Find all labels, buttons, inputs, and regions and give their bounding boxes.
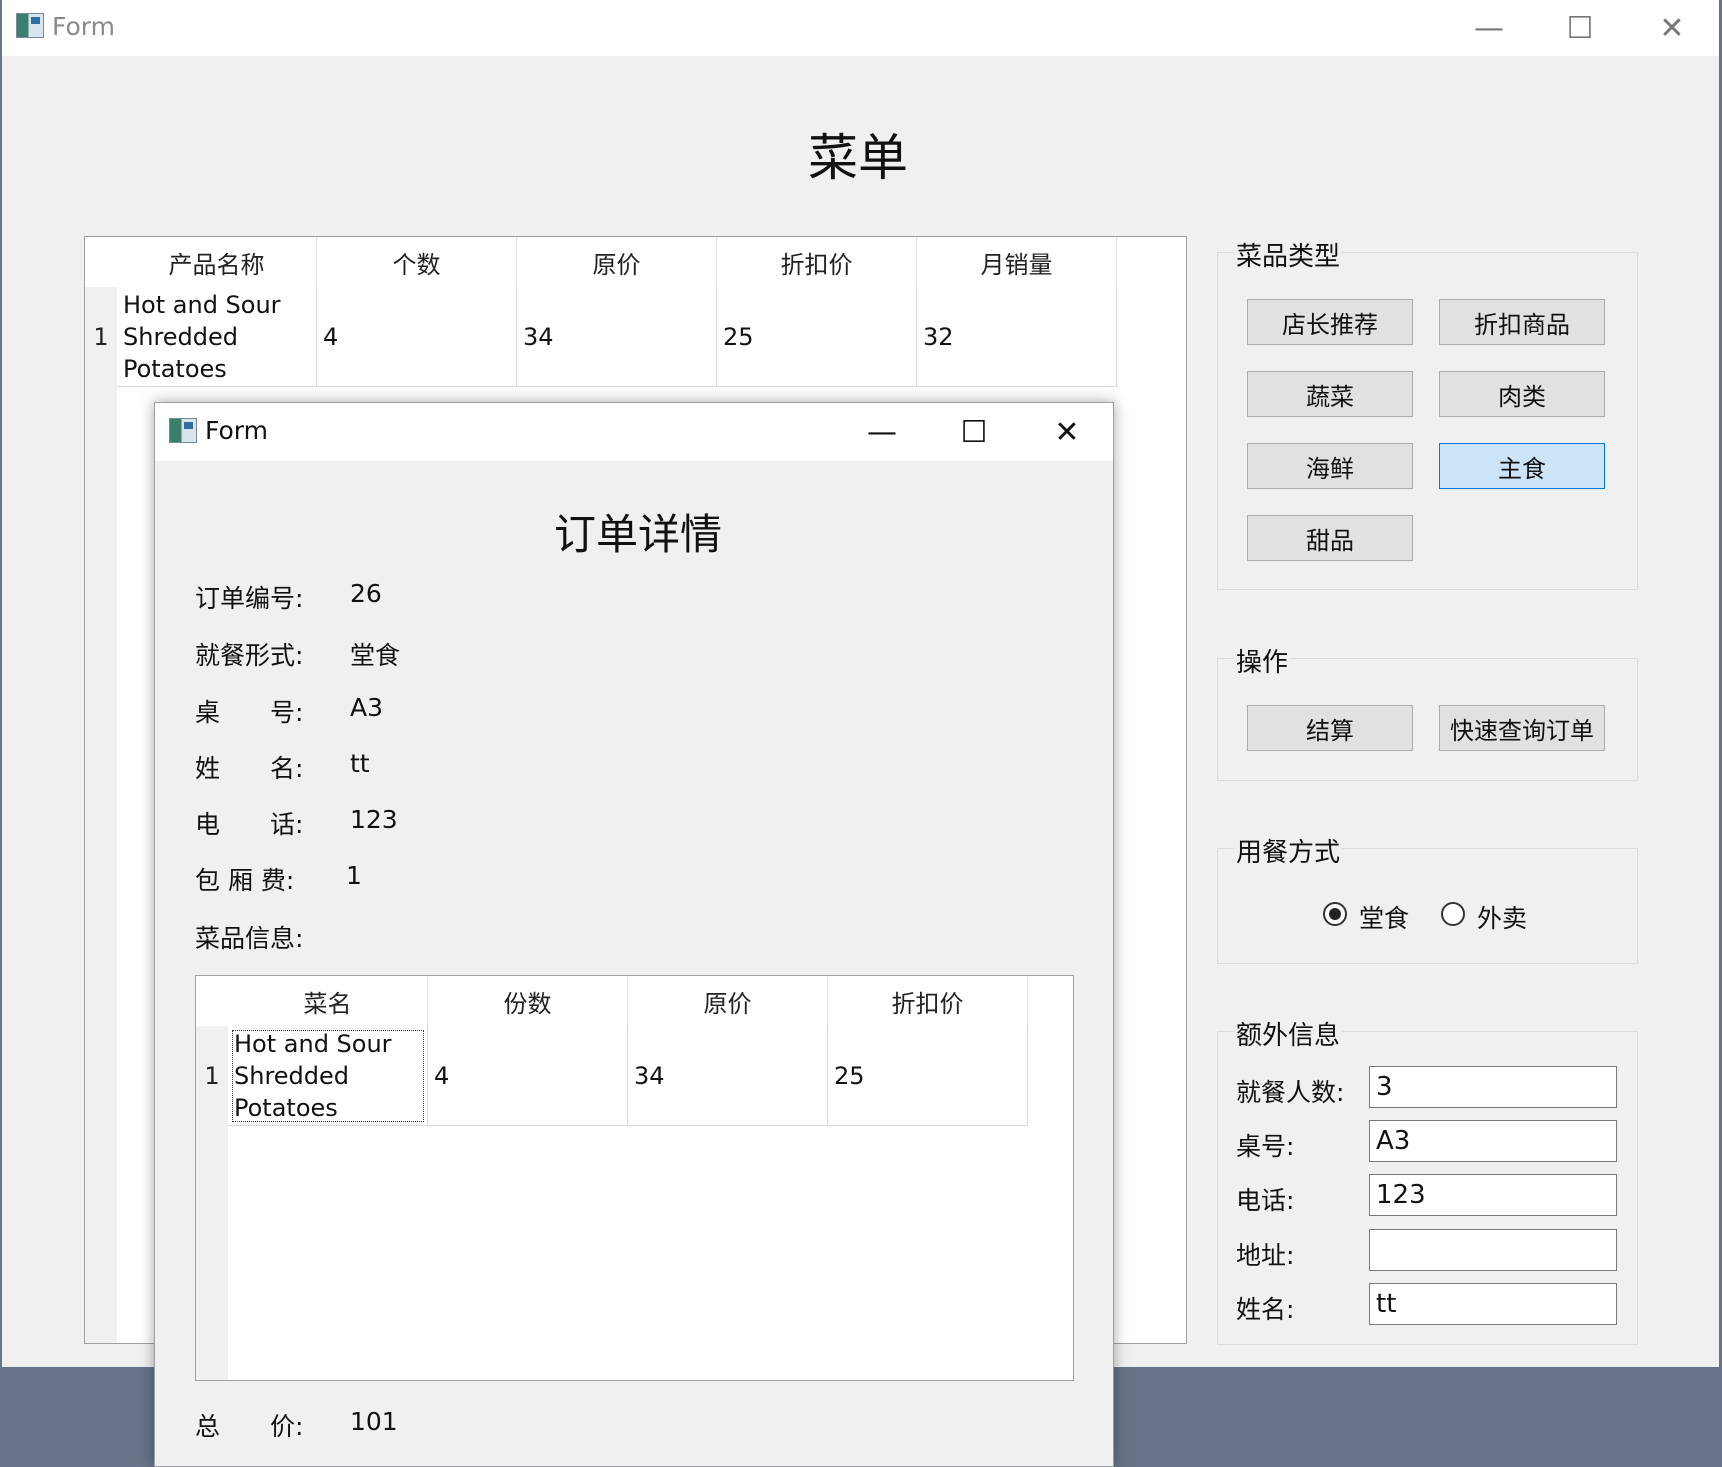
table-cell-monthly-sales[interactable]: 32 [917,287,1117,387]
column-header-price[interactable]: 原价 [517,237,717,287]
dish-column-header-price[interactable]: 原价 [628,976,828,1026]
dish-column-header-name[interactable]: 菜名 [228,976,428,1026]
customer-name-label: 姓 名: [195,754,304,783]
table-number-value: A3 [350,693,384,722]
dialog-heading: 订单详情 [554,510,723,559]
table-cell-discount[interactable]: 25 [717,287,917,387]
button-shop-recommend[interactable]: 店长推荐 [1247,299,1413,345]
table-cell-price[interactable]: 34 [517,287,717,387]
room-fee-value: 1 [346,861,362,890]
table-cell-name[interactable]: Hot and Sour Shredded Potatoes [117,287,317,387]
extra-info-group-label: 额外信息 [1234,1015,1343,1052]
page-title: 菜单 [808,129,908,187]
total-price-value: 101 [350,1407,398,1436]
table-number-label: 桌 号: [195,698,304,727]
dish-table-cell-discount[interactable]: 25 [828,1026,1028,1126]
button-vegetables[interactable]: 蔬菜 [1247,371,1413,417]
maximize-button[interactable]: ☐ [1550,2,1610,54]
dine-in-label[interactable]: 堂食 [1359,899,1409,935]
column-header-count[interactable]: 个数 [317,237,517,287]
dining-form-value: 堂食 [350,641,401,670]
room-fee-label: 包 厢 费: [195,866,295,895]
button-staple-food[interactable]: 主食 [1439,443,1605,489]
table-number-label: 桌号: [1236,1132,1295,1161]
dish-table[interactable]: 菜名 份数 原价 折扣价 1 Hot and Sour Shredded Pot… [195,975,1074,1381]
dish-row-number[interactable]: 1 [196,1026,228,1126]
close-button[interactable]: ✕ [1642,2,1702,54]
dish-corner-cell [196,976,228,1026]
dialog-title: Form [205,416,268,445]
customer-name-value: tt [350,749,370,778]
order-number-label: 订单编号: [195,584,304,613]
order-detail-dialog: Form — ☐ ✕ 订单详情 订单编号: 26 就餐形式: 堂食 桌 号: A… [154,402,1114,1467]
dialog-maximize-button[interactable]: ☐ [944,406,1004,458]
dish-table-cell-count[interactable]: 4 [428,1026,628,1126]
total-price-label: 总 价: [195,1412,304,1441]
table-number-input[interactable]: A3 [1369,1120,1617,1162]
order-number-value: 26 [350,579,382,608]
app-icon [16,13,44,38]
quick-order-query-button[interactable]: 快速查询订单 [1439,705,1605,751]
phone-label: 电话: [1236,1186,1295,1215]
dish-table-cell-name[interactable]: Hot and Sour Shredded Potatoes [228,1026,428,1126]
minimize-button[interactable]: — [1459,2,1519,54]
dish-table-cell-price[interactable]: 34 [628,1026,828,1126]
takeout-radio[interactable] [1441,902,1465,926]
address-label: 地址: [1236,1241,1295,1270]
main-titlebar: Form — ☐ ✕ [2,0,1719,56]
address-input[interactable] [1369,1229,1617,1271]
table-cell-count[interactable]: 4 [317,287,517,387]
phone-label: 电 话: [195,810,304,839]
name-label: 姓名: [1236,1295,1295,1324]
row-number[interactable]: 1 [85,287,117,387]
button-meat[interactable]: 肉类 [1439,371,1605,417]
dish-info-label: 菜品信息: [195,924,304,953]
dish-column-header-discount[interactable]: 折扣价 [828,976,1028,1026]
row-header-column [85,237,117,1343]
name-input[interactable]: tt [1369,1283,1617,1325]
button-discount-items[interactable]: 折扣商品 [1439,299,1605,345]
phone-value: 123 [350,805,398,834]
button-seafood[interactable]: 海鲜 [1247,443,1413,489]
column-header-discount[interactable]: 折扣价 [717,237,917,287]
operation-group-label: 操作 [1234,642,1291,679]
dine-in-radio[interactable] [1323,902,1347,926]
diners-count-label: 就餐人数: [1236,1078,1345,1107]
diners-count-input[interactable]: 3 [1369,1066,1617,1108]
takeout-label[interactable]: 外卖 [1477,899,1527,935]
dining-form-label: 就餐形式: [195,641,304,670]
dialog-app-icon [169,418,197,443]
column-header-name[interactable]: 产品名称 [117,237,317,287]
dialog-close-button[interactable]: ✕ [1037,406,1097,458]
dish-column-header-count[interactable]: 份数 [428,976,628,1026]
column-header-monthly-sales[interactable]: 月销量 [917,237,1117,287]
dining-mode-group-label: 用餐方式 [1234,832,1343,869]
corner-cell [85,237,117,287]
dialog-titlebar: Form — ☐ ✕ [155,403,1113,461]
dialog-minimize-button[interactable]: — [852,406,912,458]
phone-input[interactable]: 123 [1369,1174,1617,1216]
checkout-button[interactable]: 结算 [1247,705,1413,751]
button-desserts[interactable]: 甜品 [1247,515,1413,561]
category-group-label: 菜品类型 [1234,236,1343,273]
main-window-title: Form [52,12,115,41]
